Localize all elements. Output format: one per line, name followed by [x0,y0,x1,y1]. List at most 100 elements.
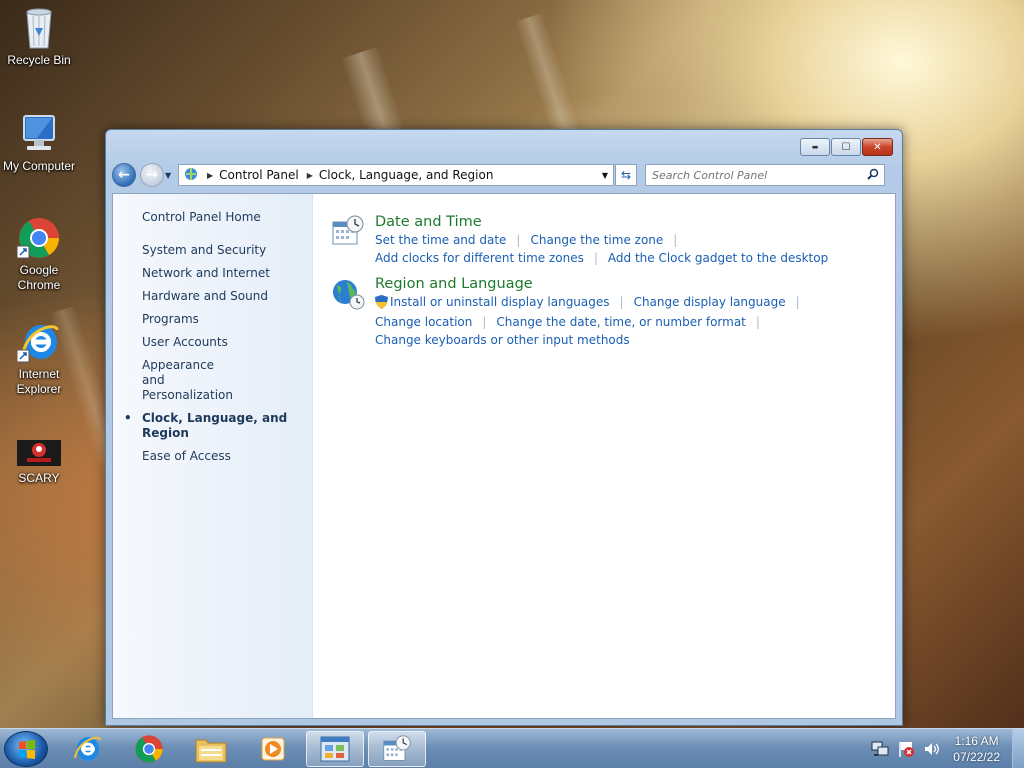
link-divider: | [482,315,487,329]
media-player-icon [261,737,285,761]
link-change-time-zone[interactable]: Change the time zone [530,233,663,248]
taskbar: 1:16 AM 07/22/22 [0,728,1024,768]
network-icon[interactable] [871,740,889,758]
link-change-keyboards[interactable]: Change keyboards or other input methods [375,333,630,348]
sidebar-item-programs[interactable]: Programs [113,312,312,327]
link-divider: | [593,251,598,265]
sidebar-item-control-panel-home[interactable]: Control Panel Home [113,210,312,225]
category-links: Install or uninstall display languages | … [375,295,879,348]
link-divider: | [673,233,678,247]
volume-icon[interactable] [923,740,941,758]
link-change-location[interactable]: Change location [375,315,472,330]
internet-explorer-icon [74,736,101,761]
taskbar-control-panel[interactable] [306,731,364,767]
sidebar-item-network-internet[interactable]: Network and Internet [113,266,312,281]
action-center-flag-icon[interactable] [897,740,915,758]
breadcrumb-separator-icon[interactable]: ▶ [207,171,213,180]
link-set-time-date[interactable]: Set the time and date [375,233,506,248]
refresh-icon: ⇆ [620,168,632,182]
breadcrumb-clock-language-region[interactable]: Clock, Language, and Region [319,168,494,182]
back-arrow-icon: ← [118,167,130,183]
link-change-display-language[interactable]: Change display language [634,295,786,312]
taskbar-clock[interactable]: 1:16 AM 07/22/22 [953,733,1000,765]
desktop-icon-label: SCARY [18,471,60,485]
close-icon: ✕ [873,141,882,153]
address-dropdown-icon[interactable]: ▼ [597,171,613,180]
category-links: Set the time and date | Change the time z… [375,233,879,266]
breadcrumb-control-panel[interactable]: Control Panel [219,168,299,182]
system-tray: 1:16 AM 07/22/22 [871,729,1024,768]
desktop-icon-label: My Computer [2,159,76,173]
category-date-time: Date and Time Set the time and date | Cha… [331,214,879,266]
start-button[interactable] [4,731,48,767]
forward-button[interactable]: → [140,163,164,187]
show-desktop-button[interactable] [1012,729,1024,768]
refresh-button[interactable]: ⇆ [615,164,637,186]
computer-icon [17,112,61,156]
taskbar-media-player[interactable] [244,731,302,767]
link-divider: | [516,233,521,247]
desktop-icon-google-chrome[interactable]: Google Chrome [0,216,78,293]
scary-icon [17,438,61,468]
desktop-icon-internet-explorer[interactable]: Internet Explorer [0,320,78,397]
back-button[interactable]: ← [112,163,136,187]
desktop-icon-label: Recycle Bin [7,53,71,67]
sidebar: Control Panel Home System and Security N… [113,194,313,718]
clock-calendar-icon [383,735,411,761]
close-button[interactable]: ✕ [862,138,893,156]
clock-date: 07/22/22 [953,750,1000,764]
recent-pages-dropdown[interactable]: ▼ [165,171,175,180]
breadcrumb-separator-icon[interactable]: ▶ [307,171,313,180]
category-region-language: Region and Language Install or uninstall… [331,276,879,348]
link-install-display-languages[interactable]: Install or uninstall display languages [390,295,610,312]
taskbar-chrome[interactable] [120,731,178,767]
search-box[interactable] [645,164,885,186]
sidebar-item-appearance[interactable]: Appearance and Personalization [113,358,233,403]
desktop-icon-label: Internet Explorer [16,367,62,396]
link-add-clocks[interactable]: Add clocks for different time zones [375,251,584,266]
content-area: Control Panel Home System and Security N… [112,193,896,719]
minimize-button[interactable]: ▬ [800,138,830,156]
control-panel-icon [320,736,350,762]
address-bar[interactable]: ▶ Control Panel ▶ Clock, Language, and R… [178,164,614,186]
caption-buttons: ▬ ☐ ✕ [800,138,893,156]
taskbar-internet-explorer[interactable] [58,731,116,767]
control-panel-small-icon [183,166,199,185]
search-input[interactable] [652,168,862,182]
shield-icon [375,295,388,312]
sidebar-item-hardware-sound[interactable]: Hardware and Sound [113,289,312,304]
clock-time: 1:16 AM [954,734,999,748]
category-title-region-language[interactable]: Region and Language [375,276,879,292]
desktop-icon-scary[interactable]: SCARY [0,438,78,486]
search-icon[interactable] [867,168,879,183]
maximize-icon: ☐ [841,141,851,153]
taskbar-file-explorer[interactable] [182,731,240,767]
chevron-down-icon: ▼ [165,170,172,180]
link-change-date-format[interactable]: Change the date, time, or number format [496,315,745,330]
forward-arrow-icon: → [146,167,158,183]
link-add-clock-gadget[interactable]: Add the Clock gadget to the desktop [608,251,828,266]
sidebar-item-ease-of-access[interactable]: Ease of Access [113,449,312,464]
chrome-icon [135,735,163,763]
chrome-icon [16,216,61,260]
category-body: Date and Time Set the time and date | Cha… [375,214,879,266]
file-explorer-icon [195,739,227,763]
clock-calendar-icon[interactable] [331,214,365,248]
sidebar-item-system-security[interactable]: System and Security [113,243,312,258]
sidebar-item-user-accounts[interactable]: User Accounts [113,335,312,350]
minimize-icon: ▬ [811,143,819,151]
windows-logo-icon [19,740,35,759]
sidebar-item-clock-language-region: Clock, Language, and Region [113,411,312,441]
category-body: Region and Language Install or uninstall… [375,276,879,348]
taskbar-date-time[interactable] [368,731,426,767]
globe-clock-icon[interactable] [331,276,365,310]
desktop-icon-label: Google Chrome [17,263,61,292]
maximize-button[interactable]: ☐ [831,138,861,156]
desktop-icon-recycle-bin[interactable]: Recycle Bin [0,6,78,68]
main-panel: Date and Time Set the time and date | Cha… [313,194,895,718]
category-title-date-time[interactable]: Date and Time [375,214,879,230]
recycle-bin-icon [17,6,61,50]
desktop-icon-my-computer[interactable]: My Computer [0,112,78,174]
link-divider: | [795,295,800,309]
control-panel-window: ▬ ☐ ✕ ← → ▼ ▶ Control Panel ▶ Clock, Lan… [105,129,903,726]
